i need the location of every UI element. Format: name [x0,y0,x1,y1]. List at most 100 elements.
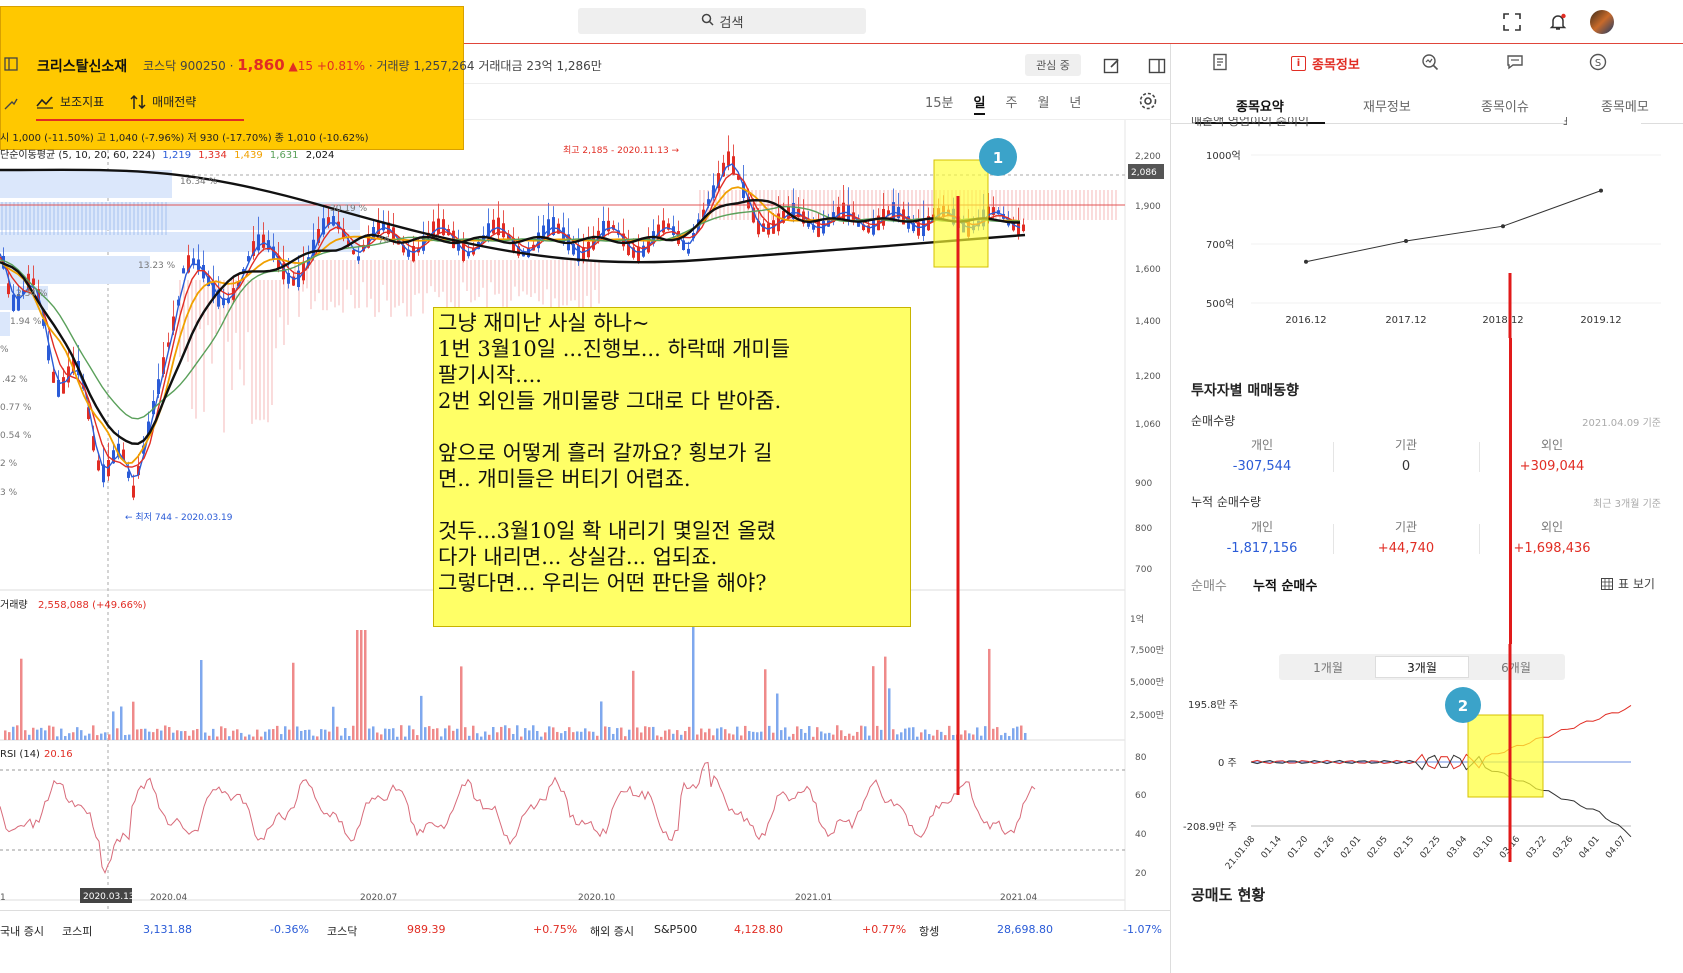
volume-bar [232,730,235,740]
toggle-cumulative[interactable]: 누적 순매수 [1253,575,1317,594]
flow-y-label: 0 주 [1218,758,1237,769]
kospi-change: -0.36% [270,923,309,936]
fullscreen-icon[interactable] [1500,10,1524,34]
date-axis-label: 2020.04 [150,893,187,903]
split-view-icon[interactable] [1145,54,1169,78]
volume-bar [960,734,963,740]
volume-bar [880,729,883,740]
rsi-axis-label: 80 [1135,753,1147,763]
flow-x-label: 01.26 [1313,834,1337,860]
volume-bar [696,734,699,740]
sidebar-toggle-icon[interactable] [4,56,18,75]
volume-bar [16,725,19,740]
stock-name[interactable]: 크리스탈신소재 [37,56,127,76]
aux-indicator-button[interactable]: 보조지표 [36,93,104,110]
volume-bar [944,735,947,740]
circle-2-number: 2 [1458,697,1468,715]
avatar[interactable] [1590,10,1614,34]
volume-bar [732,734,735,740]
edit-icon[interactable] [1100,54,1124,78]
gear-icon[interactable] [1138,91,1158,116]
candle-body [32,278,35,286]
sp500-label[interactable]: S&P500 [654,923,697,936]
sales-point [1599,188,1603,193]
domestic-label: 국내 증시 [0,925,44,938]
tab-15min[interactable]: 15분 [925,92,954,115]
flow-x-label: 01.14 [1260,834,1284,860]
bell-icon[interactable] [1546,10,1570,34]
tab-issues[interactable]: 종목이슈 [1481,96,1529,115]
tab-day[interactable]: 일 [973,92,986,115]
col-label: 기관 [1394,520,1418,534]
kosdaq-label[interactable]: 코스닥 [327,923,357,939]
volume-bar [40,727,43,740]
cloud-percent-label: 0.54 % [0,431,32,441]
volume-bar [812,736,815,740]
interest-button[interactable]: 관심 중 [1025,54,1081,76]
cloud-percent-label: 30.19 % [330,204,368,214]
volume-bar [72,732,75,740]
price-axis-label: 1,900 [1135,202,1161,212]
net-qty-institution: 기관 0 [1331,436,1481,474]
volume-bar [756,732,759,740]
rsi-axis-label: 20 [1135,869,1147,879]
volume-bar [332,706,335,740]
volume-bar [588,731,591,740]
volume-bar [892,729,895,740]
volume-bar [572,732,575,740]
chat-icon[interactable] [1506,53,1524,75]
current-price-tag: 2,086 [1131,168,1157,178]
flow-y-label: -208.9만 주 [1183,821,1237,833]
volume-bar [784,727,787,740]
tab-week[interactable]: 주 [1005,92,1017,115]
tab-month[interactable]: 월 [1037,92,1049,115]
volume-bar [932,735,935,740]
tab-financial[interactable]: 재무정보 [1363,96,1411,115]
trade-strategy-label: 매매전략 [152,95,197,109]
volume-bar [532,725,535,740]
volume-bar [552,727,555,740]
volume-bar [304,730,307,740]
note-line: 1번 3월10일 ...진행보... 하락때 개미들 [438,337,791,361]
hangseng-label[interactable]: 항셍 [919,923,939,939]
volume-bar [636,727,639,740]
sales-y-label: 700억 [1206,239,1234,251]
flow-x-label: 02.01 [1339,835,1363,861]
volume-bar [100,733,103,740]
candle-body [607,220,610,232]
sales-y-label: 1000억 [1206,150,1241,162]
volume-bar [400,725,403,740]
toggle-net[interactable]: 순매수 [1191,575,1227,594]
volume-bar [228,736,231,740]
trade-strategy-button[interactable]: 매매전략 [130,93,196,110]
candle-body [437,218,440,234]
analysis-icon[interactable] [1421,53,1439,75]
volume-bar [4,730,7,740]
price-axis-label: 800 [1135,524,1152,534]
flow-y-label: 195.8만 주 [1188,699,1238,711]
sales-y-label: 500억 [1206,298,1234,310]
volume-bar [256,729,259,740]
tab-year[interactable]: 년 [1069,92,1081,115]
search-box[interactable]: 검색 [578,8,866,34]
volume-bar [684,731,687,740]
chart-tool-row: 보조지표 매매전략 [36,93,196,110]
table-view-button[interactable]: 표 보기 [1601,575,1655,592]
investor-flow-chart: 195.8만 주 0 주 -208.9만 주21.01.08 01.14 01.20 01… [1183,644,1632,872]
tab-memo[interactable]: 종목메모 [1601,96,1649,115]
draw-tool-icon[interactable] [4,95,18,114]
stock-info-tab[interactable]: i 종목정보 [1291,54,1360,73]
dollar-icon[interactable]: S [1589,53,1607,75]
tab-summary[interactable]: 종목요약 [1236,96,1284,115]
volume-bar [604,726,607,740]
document-icon[interactable] [1211,53,1229,75]
volume-bar [948,725,951,740]
candle-body [687,248,690,254]
volume-bar [176,730,179,740]
volume-bar [816,727,819,740]
kospi-label[interactable]: 코스피 [62,923,92,939]
volume-bar [500,726,503,740]
amount-value: 23억 1,286만 [526,59,602,73]
volume-bar [592,731,595,740]
volume-bar [316,736,319,740]
